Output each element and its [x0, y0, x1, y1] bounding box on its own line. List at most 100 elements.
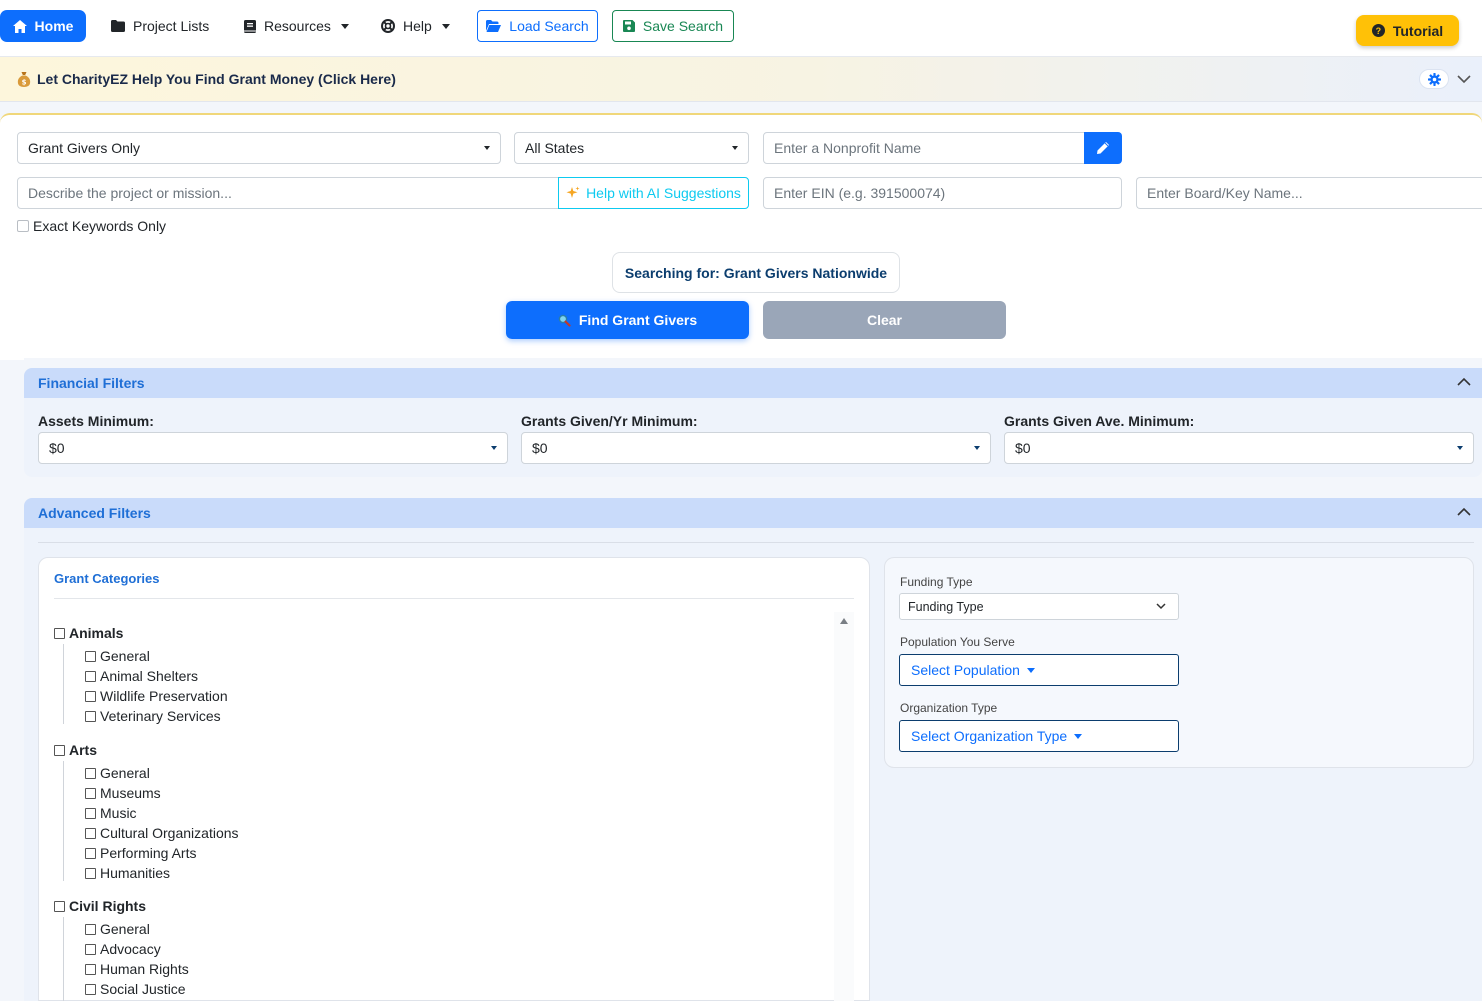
sparkles-icon: [566, 186, 580, 198]
financial-filters-header[interactable]: Financial Filters: [24, 368, 1482, 398]
assets-minimum-select[interactable]: $0: [38, 432, 508, 464]
state-select[interactable]: All States: [514, 132, 749, 164]
grants-average-value: $0: [1015, 440, 1031, 456]
subcategory-item[interactable]: Performing Arts: [85, 845, 196, 861]
select-organization-type-button[interactable]: Select Organization Type: [899, 720, 1179, 752]
subcategory-item[interactable]: Wildlife Preservation: [85, 688, 228, 704]
categories-scrollbar[interactable]: [834, 612, 854, 1001]
banner-link[interactable]: $ Let CharityEZ Help You Find Grant Mone…: [17, 71, 396, 87]
subcategory-item[interactable]: Social Justice: [85, 981, 186, 997]
exact-keywords-option[interactable]: Exact Keywords Only: [17, 218, 166, 234]
category-label: Animals: [69, 625, 124, 641]
search-type-select[interactable]: Grant Givers Only: [17, 132, 501, 164]
exact-keywords-checkbox[interactable]: [17, 220, 29, 232]
advanced-filters-title: Advanced Filters: [38, 505, 151, 521]
advanced-filters-header[interactable]: Advanced Filters: [24, 498, 1482, 528]
select-population-button[interactable]: Select Population: [899, 654, 1179, 686]
subcategory-checkbox[interactable]: [85, 767, 96, 779]
subcategory-item[interactable]: Cultural Organizations: [85, 825, 239, 841]
edit-nonprofit-button[interactable]: [1084, 132, 1122, 164]
nonprofit-name-input[interactable]: Enter a Nonprofit Name: [763, 132, 1085, 164]
category-checkbox[interactable]: [54, 900, 65, 912]
subcategory-checkbox[interactable]: [85, 710, 96, 722]
subcategory-checkbox[interactable]: [85, 650, 96, 662]
ai-suggestions-button[interactable]: Help with AI Suggestions: [558, 177, 749, 209]
subcategory-item[interactable]: Humanities: [85, 865, 170, 881]
subcategory-checkbox[interactable]: [85, 847, 96, 859]
chevron-up-icon[interactable]: [1456, 375, 1472, 389]
help-banner[interactable]: $ Let CharityEZ Help You Find Grant Mone…: [0, 57, 1482, 102]
financial-spacer: [24, 358, 1482, 368]
ai-suggestions-label: Help with AI Suggestions: [586, 185, 741, 201]
subcategory-item[interactable]: General: [85, 921, 150, 937]
select-organization-type-label: Select Organization Type: [911, 728, 1068, 744]
money-bag-icon: $: [17, 71, 31, 87]
resources-label: Resources: [264, 18, 331, 34]
search-type-value: Grant Givers Only: [28, 140, 141, 156]
grant-categories-title: Grant Categories: [54, 571, 160, 586]
banner-text: Let CharityEZ Help You Find Grant Money …: [37, 71, 396, 87]
subcategory-item[interactable]: General: [85, 648, 150, 664]
subcategory-checkbox[interactable]: [85, 807, 96, 819]
subcategory-item[interactable]: Veterinary Services: [85, 708, 221, 724]
project-lists-link[interactable]: Project Lists: [111, 10, 209, 42]
project-description-input[interactable]: Describe the project or mission...: [17, 177, 559, 209]
nonprofit-name-placeholder: Enter a Nonprofit Name: [774, 140, 922, 156]
subcategory-item[interactable]: Music: [85, 805, 137, 821]
population-label: Population You Serve: [900, 635, 1015, 649]
category-animals[interactable]: Animals: [54, 625, 123, 641]
life-ring-icon: [381, 19, 395, 33]
category-civil-rights[interactable]: Civil Rights: [54, 898, 146, 914]
gear-icon: [1427, 72, 1441, 86]
board-name-input[interactable]: Enter Board/Key Name...: [1136, 177, 1482, 209]
subcategory-checkbox[interactable]: [85, 690, 96, 702]
clear-button[interactable]: Clear: [763, 301, 1006, 339]
find-grant-givers-button[interactable]: Find Grant Givers: [506, 301, 749, 339]
subcategory-item[interactable]: Human Rights: [85, 961, 189, 977]
chevron-up-icon[interactable]: [1456, 505, 1472, 519]
project-description-placeholder: Describe the project or mission...: [28, 185, 232, 201]
funding-type-label: Funding Type: [900, 575, 973, 589]
subcategory-label: General: [100, 648, 150, 664]
resources-menu[interactable]: Resources: [244, 10, 349, 42]
category-checkbox[interactable]: [54, 744, 65, 756]
subcategory-checkbox[interactable]: [85, 943, 96, 955]
subcategory-label: Performing Arts: [100, 845, 197, 861]
scroll-up-arrow-icon[interactable]: [840, 618, 848, 624]
subcategory-checkbox[interactable]: [85, 827, 96, 839]
divider: [54, 598, 854, 599]
subcategory-item[interactable]: Advocacy: [85, 941, 161, 957]
category-label: Civil Rights: [69, 898, 147, 914]
subcategory-item[interactable]: Animal Shelters: [85, 668, 198, 684]
help-menu[interactable]: Help: [381, 10, 450, 42]
ein-input[interactable]: Enter EIN (e.g. 391500074): [763, 177, 1122, 209]
subcategory-checkbox[interactable]: [85, 670, 96, 682]
tutorial-button[interactable]: ? Tutorial: [1356, 15, 1459, 46]
assets-minimum-label: Assets Minimum:: [38, 413, 154, 429]
subcategory-item[interactable]: General: [85, 765, 150, 781]
funding-type-select[interactable]: Funding Type: [899, 593, 1179, 620]
banner-settings-button[interactable]: [1419, 69, 1449, 89]
category-checkbox[interactable]: [54, 627, 65, 639]
subcategory-checkbox[interactable]: [85, 787, 96, 799]
home-button[interactable]: Home: [0, 10, 86, 42]
project-lists-label: Project Lists: [133, 18, 210, 34]
folder-open-icon: [486, 20, 502, 32]
searching-for-text: Searching for: Grant Givers Nationwide: [624, 264, 888, 281]
grants-per-year-select[interactable]: $0: [521, 432, 991, 464]
category-arts[interactable]: Arts: [54, 742, 97, 758]
grants-average-select[interactable]: $0: [1004, 432, 1474, 464]
load-search-button[interactable]: Load Search: [477, 10, 598, 42]
save-search-button[interactable]: Save Search: [612, 10, 734, 42]
subcategory-checkbox[interactable]: [85, 923, 96, 935]
home-icon: [12, 19, 27, 33]
subcategory-item[interactable]: Museums: [85, 785, 161, 801]
subcategory-checkbox[interactable]: [85, 963, 96, 975]
subcategory-checkbox[interactable]: [85, 983, 96, 995]
grants-per-year-value: $0: [532, 440, 548, 456]
chevron-down-icon[interactable]: [1456, 72, 1472, 86]
chevron-down-icon: [441, 23, 450, 29]
subcategory-checkbox[interactable]: [85, 867, 96, 879]
ein-placeholder: Enter EIN (e.g. 391500074): [774, 185, 946, 201]
tree-guide-line: [63, 761, 64, 881]
